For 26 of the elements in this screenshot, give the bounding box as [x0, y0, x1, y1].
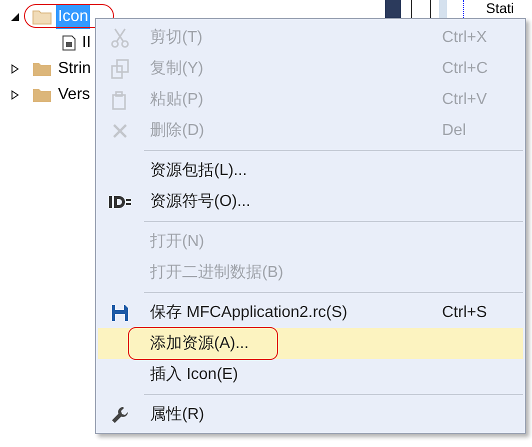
menu-item[interactable]: 资源包括(L)... — [98, 155, 523, 186]
menu-item[interactable]: 保存 MFCApplication2.rc(S) Ctrl+S — [98, 297, 523, 328]
tree-item[interactable]: II — [82, 31, 91, 55]
control-label: Stati — [486, 0, 514, 18]
menu-item[interactable]: 插入 Icon(E) — [98, 359, 523, 390]
menu-item[interactable]: 添加资源(A)... — [98, 328, 523, 359]
resource-file-icon — [62, 35, 76, 51]
tree-item[interactable]: Vers — [56, 83, 92, 107]
id-icon — [109, 194, 131, 208]
panel-border — [385, 0, 401, 18]
collapsed-caret-icon[interactable] — [10, 64, 20, 74]
folder-icon — [32, 61, 52, 77]
expanded-caret-icon[interactable] — [10, 12, 20, 22]
panel-strip — [439, 0, 447, 18]
tree-item[interactable]: Strin — [56, 57, 93, 81]
paste-icon — [111, 90, 129, 110]
wrench-icon — [111, 406, 129, 424]
menu-item[interactable]: 资源符号(O)... — [98, 186, 523, 217]
copy-icon — [111, 58, 129, 78]
menu-item[interactable]: 属性(R) — [98, 399, 523, 430]
scissors-icon — [111, 28, 129, 48]
collapsed-caret-icon[interactable] — [10, 90, 20, 100]
folder-icon — [32, 87, 52, 103]
save-icon — [111, 304, 129, 322]
folder-icon — [32, 9, 52, 25]
delete-icon — [112, 122, 128, 138]
